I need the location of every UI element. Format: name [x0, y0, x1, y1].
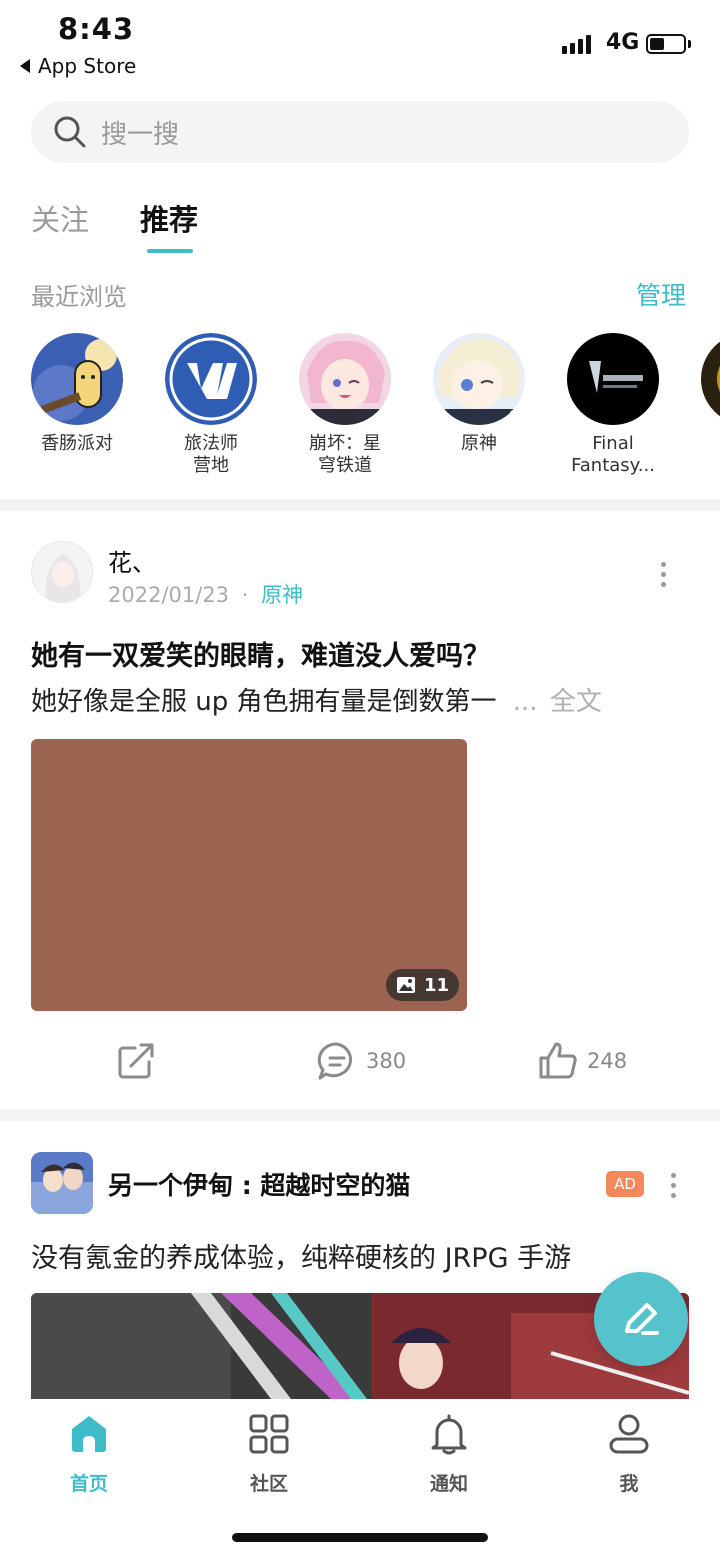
- nav-notifications[interactable]: 通知: [389, 1413, 509, 1496]
- post-more-icon[interactable]: [661, 562, 666, 587]
- recent-item-label: Final Fantasy...: [571, 433, 655, 476]
- home-icon: [72, 1416, 106, 1452]
- recent-item-lvfashi[interactable]: 旅法师 营地: [144, 333, 278, 477]
- bell-icon: [431, 1414, 467, 1455]
- recent-item-sausage-party[interactable]: 香肠派对: [10, 333, 144, 455]
- create-post-button[interactable]: [594, 1272, 688, 1366]
- battery-icon: [646, 34, 686, 54]
- status-time: 8:43: [58, 12, 135, 46]
- game-avatar: [701, 333, 720, 425]
- share-icon: [118, 1043, 154, 1079]
- ad-text[interactable]: 没有氪金的养成体验，纯粹硬核的 JRPG 手游: [31, 1236, 571, 1275]
- ad-badge: AD: [606, 1171, 644, 1197]
- section-divider: [0, 1109, 720, 1121]
- search-input[interactable]: 搜一搜: [31, 101, 689, 163]
- thumbs-up-icon: [539, 1042, 577, 1079]
- ad-game-name[interactable]: 另一个伊甸 : 超越时空的猫: [108, 1166, 410, 1202]
- post-author-name[interactable]: 花、: [108, 543, 156, 578]
- like-button[interactable]: 248: [537, 1040, 627, 1082]
- search-icon: [54, 116, 86, 148]
- back-arrow-icon: [20, 59, 30, 73]
- share-button[interactable]: [115, 1040, 157, 1082]
- recent-item-label: 代: [680, 433, 720, 455]
- recent-item-label: 香肠派对: [41, 433, 113, 454]
- post-body-text: 她好像是全服 up 角色拥有量是倒数第一: [31, 687, 497, 717]
- nav-me[interactable]: 我: [569, 1413, 689, 1496]
- recent-item-final-fantasy[interactable]: Final Fantasy...: [546, 333, 680, 477]
- post-title[interactable]: 她有一双爱笑的眼睛，难道没人爱吗？: [31, 634, 490, 673]
- comment-count: 380: [366, 1049, 407, 1073]
- ad-more-icon[interactable]: [671, 1173, 676, 1198]
- like-count: 248: [587, 1049, 628, 1073]
- nav-home[interactable]: 首页: [29, 1413, 149, 1496]
- image-count-badge: 11: [385, 969, 459, 1001]
- meta-separator: ·: [241, 583, 249, 607]
- user-icon: [609, 1414, 649, 1454]
- tab-recommend[interactable]: 推荐: [140, 197, 198, 239]
- recent-item-partial[interactable]: 代: [680, 333, 720, 455]
- battery-cap: [688, 40, 691, 48]
- recent-section-title: 最近浏览: [31, 283, 127, 311]
- tab-follow[interactable]: 关注: [31, 197, 89, 239]
- post-meta: 2022/01/23 · 原神: [108, 579, 303, 609]
- comment-icon: [317, 1042, 353, 1080]
- nav-label: 社区: [249, 1473, 288, 1495]
- status-bar: 8:43 App Store 4G: [0, 0, 720, 90]
- active-tab-indicator: [147, 249, 193, 253]
- recent-item-label: 旅法师 营地: [184, 433, 238, 476]
- image-count: 11: [423, 974, 449, 996]
- post-image[interactable]: 11: [31, 739, 467, 1011]
- back-to-app-store[interactable]: App Store: [20, 54, 136, 78]
- nav-label: 首页: [69, 1473, 108, 1495]
- manage-button[interactable]: 管理: [636, 276, 686, 312]
- recent-games-list: 香肠派对 旅法师 营地 崩坏：星 穹铁道 原神 Final Fantasy...: [0, 333, 720, 483]
- search-placeholder: 搜一搜: [101, 119, 180, 150]
- nav-label: 我: [619, 1473, 639, 1495]
- recent-item-label: 崩坏：星 穹铁道: [309, 433, 381, 476]
- nav-label: 通知: [429, 1473, 468, 1495]
- back-app-label: App Store: [38, 54, 137, 78]
- ad-game-logo[interactable]: [31, 1152, 93, 1214]
- post-author-avatar[interactable]: [31, 541, 93, 603]
- online-indicator: [509, 409, 523, 423]
- full-text-link[interactable]: 全文: [550, 687, 602, 717]
- signal-icon: [562, 34, 591, 54]
- recent-item-label: 原神: [461, 433, 497, 454]
- post-date: 2022/01/23: [108, 583, 230, 607]
- game-avatar: [567, 333, 659, 425]
- section-divider: [0, 499, 720, 511]
- game-avatar: [433, 333, 525, 425]
- home-indicator[interactable]: [232, 1533, 488, 1542]
- pen-icon: [625, 1303, 659, 1335]
- recent-item-honkai-star-rail[interactable]: 崩坏：星 穹铁道: [278, 333, 412, 477]
- ad-banner-image[interactable]: [31, 1293, 689, 1399]
- post-game-tag[interactable]: 原神: [261, 583, 303, 607]
- post-body[interactable]: 她好像是全服 up 角色拥有量是倒数第一 ... 全文: [31, 681, 691, 718]
- grid-icon: [249, 1414, 289, 1454]
- game-avatar: [165, 333, 257, 425]
- post-ellipsis: ...: [512, 687, 538, 717]
- recent-item-genshin[interactable]: 原神: [412, 333, 546, 455]
- game-avatar: [31, 333, 123, 425]
- network-type: 4G: [606, 30, 640, 55]
- nav-community[interactable]: 社区: [209, 1413, 329, 1496]
- image-icon: [396, 977, 415, 993]
- comment-button[interactable]: 380: [316, 1040, 406, 1082]
- game-avatar: [299, 333, 391, 425]
